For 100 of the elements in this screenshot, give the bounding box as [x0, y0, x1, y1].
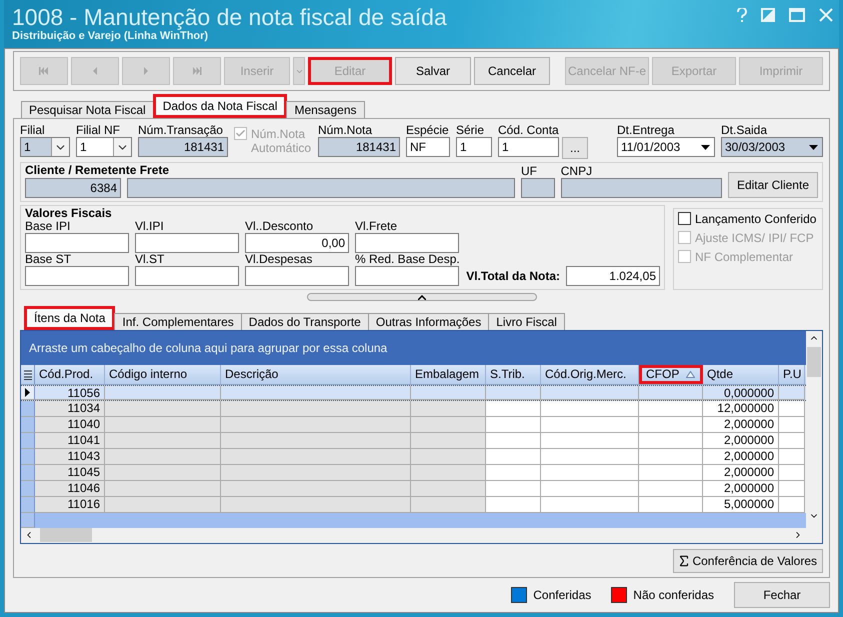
- table-cell: 11043: [35, 449, 105, 466]
- table-cell: 2,000000: [703, 449, 779, 466]
- combo-box[interactable]: 1: [20, 137, 70, 157]
- input-field[interactable]: NF: [406, 137, 450, 157]
- checkbox-label: Lançamento Conferido: [695, 212, 816, 226]
- input-field[interactable]: [355, 266, 459, 286]
- input-field[interactable]: 181431: [138, 137, 228, 157]
- table-cell: 11034: [35, 401, 105, 418]
- input-field[interactable]: [355, 233, 459, 253]
- table-cell: 11045: [35, 465, 105, 482]
- field-label: CNPJ: [560, 164, 594, 178]
- input-field[interactable]: [127, 178, 515, 198]
- input-field[interactable]: 181431: [318, 137, 400, 157]
- close-icon[interactable]: [819, 8, 833, 22]
- input-field[interactable]: [25, 233, 129, 253]
- window-subtitle: Distribuição e Varejo (Linha WinThor): [12, 30, 210, 42]
- column-header[interactable]: P.U: [779, 365, 805, 384]
- field-label: % Red. Base Desp.: [355, 253, 459, 266]
- lookup-button[interactable]: ...: [562, 137, 588, 159]
- column-header[interactable]: Cód.Orig.Merc.: [541, 365, 639, 384]
- column-chooser-icon[interactable]: [24, 370, 32, 380]
- dropdown-button[interactable]: [293, 57, 305, 85]
- dropdown-arrow-icon: [808, 144, 818, 150]
- input-field[interactable]: [560, 178, 722, 198]
- table-cell: 2,000000: [703, 433, 779, 450]
- tab[interactable]: Dados da Nota Fiscal: [152, 94, 288, 118]
- toolbar-button[interactable]: Cancelar: [474, 57, 550, 85]
- column-header[interactable]: Embalagem: [411, 365, 486, 384]
- column-header[interactable]: Descrição: [221, 365, 411, 384]
- field-label: Núm.Transação: [138, 123, 224, 137]
- edit-client-button[interactable]: Editar Cliente: [728, 172, 818, 198]
- table-cell: 2,000000: [703, 465, 779, 482]
- table-cell: 12,000000: [703, 401, 779, 418]
- scrollbar-thumb[interactable]: [807, 347, 821, 377]
- field-label: Filial: [20, 123, 46, 137]
- column-header[interactable]: S.Trib.: [486, 365, 541, 384]
- field-label: Dt.Saida: [721, 123, 768, 137]
- input-field[interactable]: [25, 266, 129, 286]
- input-field[interactable]: 0,00: [245, 233, 349, 253]
- input-field[interactable]: [521, 178, 555, 198]
- group-title: Valores Fiscais: [25, 206, 112, 220]
- row-indicator[interactable]: [21, 386, 35, 400]
- restore-icon[interactable]: [761, 8, 775, 22]
- checkbox-label: Ajuste ICMS/ IPI/ FCP: [695, 231, 814, 245]
- column-header[interactable]: CFOP: [639, 365, 703, 384]
- table-cell: 11046: [35, 481, 105, 498]
- window-title: 1008 - Manutenção de nota fiscal de saída: [12, 4, 447, 30]
- table-cell: 11056: [35, 386, 105, 400]
- table-cell: 5,000000: [703, 497, 779, 514]
- check-values-button[interactable]: Conferência de Valores: [673, 549, 823, 573]
- toolbar-button[interactable]: Salvar: [395, 57, 471, 85]
- tab[interactable]: Livro Fiscal: [488, 313, 565, 330]
- input-field[interactable]: [135, 233, 239, 253]
- column-header[interactable]: Cód.Prod.: [35, 365, 105, 384]
- checkbox-label: NF Complementar: [695, 250, 794, 264]
- total-field[interactable]: 1.024,05: [566, 266, 660, 286]
- input-field[interactable]: 1: [498, 137, 559, 157]
- close-button[interactable]: Fechar: [734, 582, 830, 608]
- table-cell: 0,000000: [703, 386, 779, 400]
- field-label: Base ST: [25, 253, 72, 266]
- tab[interactable]: Ítens da Nota: [24, 306, 116, 330]
- help-icon[interactable]: [737, 8, 747, 22]
- table-cell: 11041: [35, 433, 105, 450]
- splitter-handle[interactable]: [306, 293, 536, 301]
- legend-label: Não conferidas: [633, 588, 714, 602]
- input-field[interactable]: 1: [456, 137, 492, 157]
- column-header[interactable]: Código interno: [105, 365, 221, 384]
- field-label: Cód. Conta: [498, 123, 560, 137]
- field-label: Filial NF: [76, 123, 121, 137]
- table-cell: 11040: [35, 417, 105, 434]
- horizontal-scrollbar[interactable]: [21, 528, 806, 543]
- tab[interactable]: Inf. Complementares: [114, 313, 242, 330]
- checkbox-label: Núm.Nota Automático: [251, 127, 312, 155]
- dropdown-arrow-icon: [700, 144, 710, 150]
- field-label: Base IPI: [25, 220, 72, 233]
- total-label: Vl.Total da Nota:: [466, 269, 560, 283]
- field-label: Vl.Frete: [355, 220, 398, 233]
- group-by-hint: Arraste um cabeçalho de coluna aqui para agrupar por essa coluna: [21, 331, 806, 366]
- input-field[interactable]: [245, 266, 349, 286]
- legend-label: Conferidas: [533, 588, 592, 602]
- column-header[interactable]: Qtde: [703, 365, 779, 384]
- field-label: Vl.IPI: [135, 220, 165, 233]
- date-picker[interactable]: 30/03/2003: [721, 137, 823, 157]
- group-title: Cliente / Remetente Frete: [25, 163, 170, 177]
- date-picker[interactable]: 11/01/2003: [617, 137, 715, 157]
- tab[interactable]: Outras Informações: [368, 313, 490, 330]
- tab[interactable]: Pesquisar Nota Fiscal: [21, 101, 154, 118]
- field-label: Vl.Despesas: [245, 253, 314, 266]
- field-label: Espécie: [406, 123, 450, 137]
- input-field[interactable]: [135, 266, 239, 286]
- tab[interactable]: Mensagens: [286, 101, 364, 118]
- maximize-icon[interactable]: [789, 8, 805, 22]
- table-cell: 11016: [35, 497, 105, 514]
- field-label: Vl.ST: [135, 253, 166, 266]
- input-field[interactable]: 6384: [25, 178, 121, 198]
- combo-box[interactable]: 1: [76, 137, 132, 157]
- checkbox[interactable]: [678, 212, 691, 225]
- tab[interactable]: Dados do Transporte: [240, 313, 369, 330]
- field-label: Dt.Entrega: [617, 123, 676, 137]
- scrollbar-thumb[interactable]: [40, 528, 92, 542]
